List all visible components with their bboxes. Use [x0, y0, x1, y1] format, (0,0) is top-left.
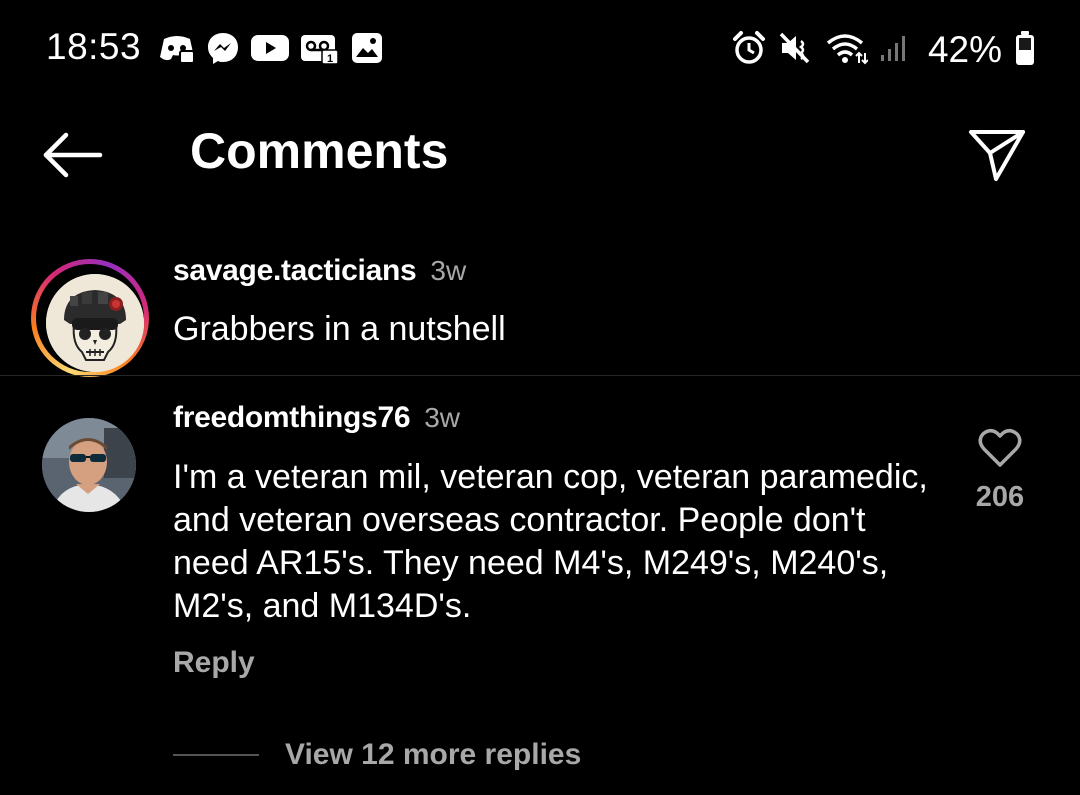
back-button[interactable] — [36, 128, 110, 182]
battery-percentage: 42% — [927, 29, 1002, 70]
arrow-left-icon — [43, 132, 103, 178]
caption-author-avatar[interactable] — [46, 274, 144, 372]
view-replies-button[interactable]: View 12 more replies — [173, 735, 581, 775]
signal-icon — [880, 33, 910, 68]
comment-author-avatar[interactable] — [42, 418, 136, 512]
comments-header: Comments — [0, 110, 1080, 200]
status-bar: 18:53 1 42% — [0, 0, 1080, 100]
gallery-icon — [350, 31, 384, 70]
share-button[interactable] — [964, 122, 1030, 188]
skull-logo-avatar — [46, 274, 144, 372]
status-system-icons: 42% — [732, 28, 1036, 72]
status-notification-icons: 1 — [158, 30, 384, 70]
comment-meta: freedomthings76 3w — [173, 401, 460, 435]
send-icon — [969, 130, 1025, 181]
like-area: 206 — [962, 428, 1038, 514]
wifi-icon — [826, 31, 869, 70]
divider — [0, 375, 1080, 376]
caption-text: Grabbers in a nutshell — [173, 310, 506, 348]
post-caption: savage.tacticians 3w Grabbers in a nutshe… — [0, 250, 1080, 377]
caption-meta: savage.tacticians 3w — [173, 254, 466, 288]
reply-button[interactable]: Reply — [173, 646, 255, 680]
mute-icon — [778, 30, 814, 71]
alarm-icon — [732, 30, 766, 71]
youtube-icon — [250, 33, 290, 68]
comment-text: I'm a veteran mil, veteran cop, veteran … — [173, 458, 928, 625]
voicemail-icon: 1 — [300, 32, 340, 69]
status-time: 18:53 — [46, 26, 142, 67]
view-replies-label: View 12 more replies — [285, 738, 582, 771]
like-button[interactable] — [978, 428, 1022, 473]
like-count: 206 — [975, 481, 1025, 513]
user-photo-avatar — [42, 418, 136, 512]
heart-icon — [978, 429, 1022, 467]
svg-text:1: 1 — [327, 53, 333, 64]
comment-username[interactable]: freedomthings76 — [173, 401, 411, 434]
messenger-icon — [206, 31, 240, 70]
caption-username[interactable]: savage.tacticians — [173, 254, 417, 287]
caption-timestamp: 3w — [430, 255, 467, 286]
discord-icon — [158, 31, 196, 70]
story-ring[interactable] — [31, 259, 149, 377]
battery-icon — [1014, 30, 1036, 71]
replies-line — [173, 754, 259, 756]
page-title: Comments — [190, 123, 449, 179]
comment-timestamp: 3w — [424, 402, 461, 433]
comment-item: freedomthings76 3w I'm a veteran mil, vet… — [0, 398, 1080, 698]
